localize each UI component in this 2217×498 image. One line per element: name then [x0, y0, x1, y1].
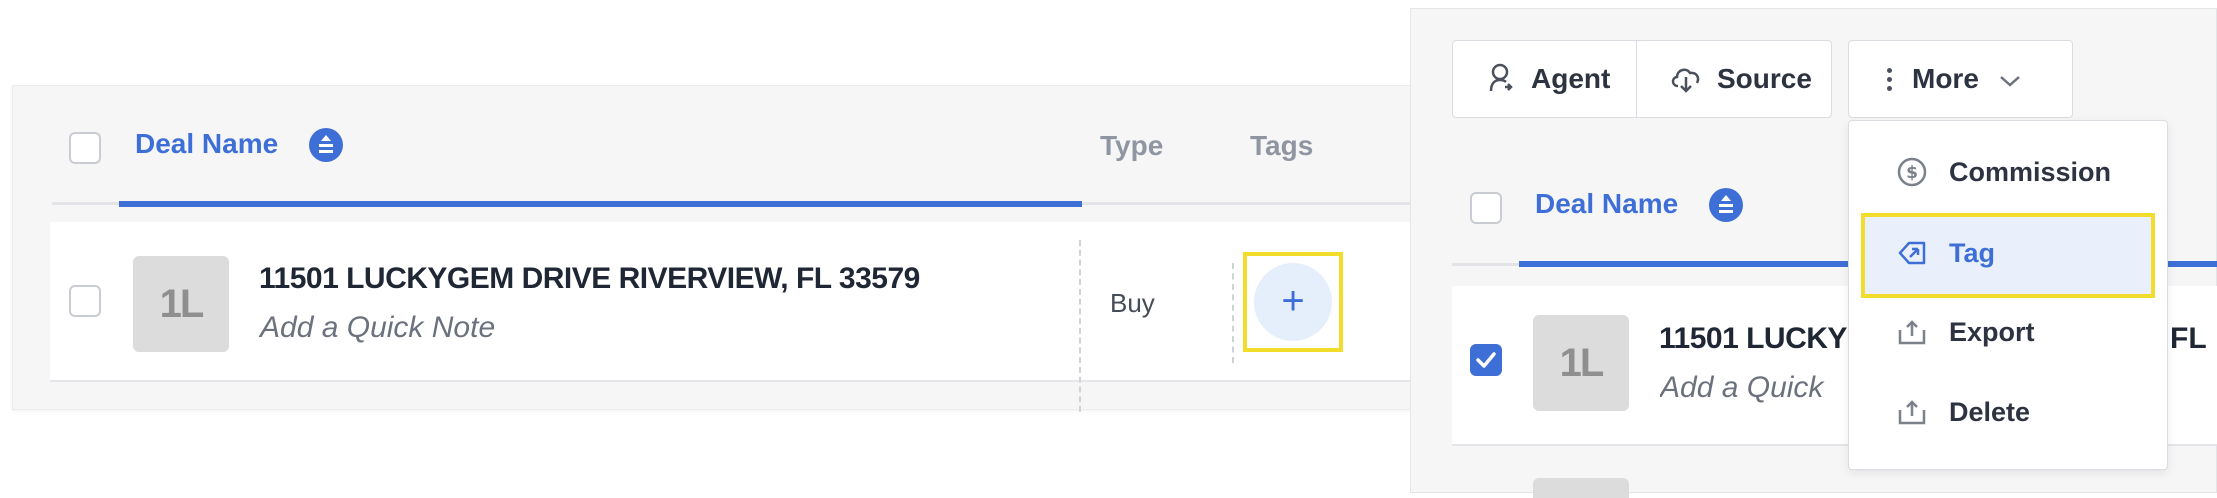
cloud-download-icon [1669, 62, 1703, 96]
kebab-icon [1887, 67, 1892, 91]
more-label: More [1912, 63, 1979, 94]
menu-item-label: Tag [1949, 237, 1995, 268]
row-checkbox[interactable] [69, 285, 101, 317]
chevron-down-icon [1999, 63, 2021, 95]
row-checkbox-checked[interactable] [1470, 344, 1502, 376]
menu-item-label: Delete [1949, 396, 2031, 427]
select-all-checkbox[interactable] [1470, 192, 1502, 224]
menu-item-tag[interactable]: Tag [1895, 236, 1995, 270]
upload-tray-icon [1895, 395, 1929, 429]
select-all-checkbox[interactable] [69, 132, 101, 164]
column-divider [1079, 240, 1081, 412]
quick-note-input[interactable]: Add a Quick Note [260, 310, 495, 346]
active-sort-underline [119, 201, 1082, 207]
deal-type-value: Buy [1110, 288, 1155, 318]
source-label: Source [1717, 63, 1812, 94]
agent-icon [1483, 62, 1517, 96]
tags-column-header[interactable]: Tags [1250, 129, 1313, 163]
menu-item-label: Commission [1949, 156, 2112, 187]
column-divider [1232, 263, 1234, 363]
avatar [1533, 478, 1629, 498]
menu-item-export[interactable]: Export [1895, 315, 2035, 349]
deal-name-column-header[interactable]: Deal Name [1535, 187, 1678, 221]
type-column-header[interactable]: Type [1100, 129, 1163, 163]
menu-item-delete[interactable]: Delete [1895, 395, 2030, 429]
add-tag-button[interactable]: + [1254, 263, 1332, 341]
deal-name-column-header[interactable]: Deal Name [135, 127, 278, 161]
source-button[interactable]: Source [1636, 40, 1832, 118]
menu-item-commission[interactable]: $ Commission [1895, 155, 2111, 189]
table-row[interactable] [50, 222, 1412, 382]
deal-address[interactable]: 11501 LUCKYGEM DRIVE RIVERVIEW, FL 33579 [259, 261, 920, 297]
more-button[interactable]: More [1848, 40, 2073, 118]
quick-note-input[interactable]: Add a Quick [1660, 370, 1860, 406]
agent-label: Agent [1531, 63, 1611, 94]
agent-button[interactable]: Agent [1452, 40, 1638, 118]
upload-tray-icon [1895, 315, 1929, 349]
avatar: 1L [1533, 315, 1629, 411]
deal-address-tail: FL [2170, 322, 2207, 355]
dollar-circle-icon: $ [1895, 155, 1929, 189]
tag-icon [1895, 236, 1929, 270]
svg-text:$: $ [1906, 163, 1918, 183]
sort-icon[interactable] [1709, 188, 1743, 227]
avatar: 1L [133, 256, 229, 352]
sort-icon[interactable] [309, 128, 343, 167]
menu-item-label: Export [1949, 316, 2035, 347]
